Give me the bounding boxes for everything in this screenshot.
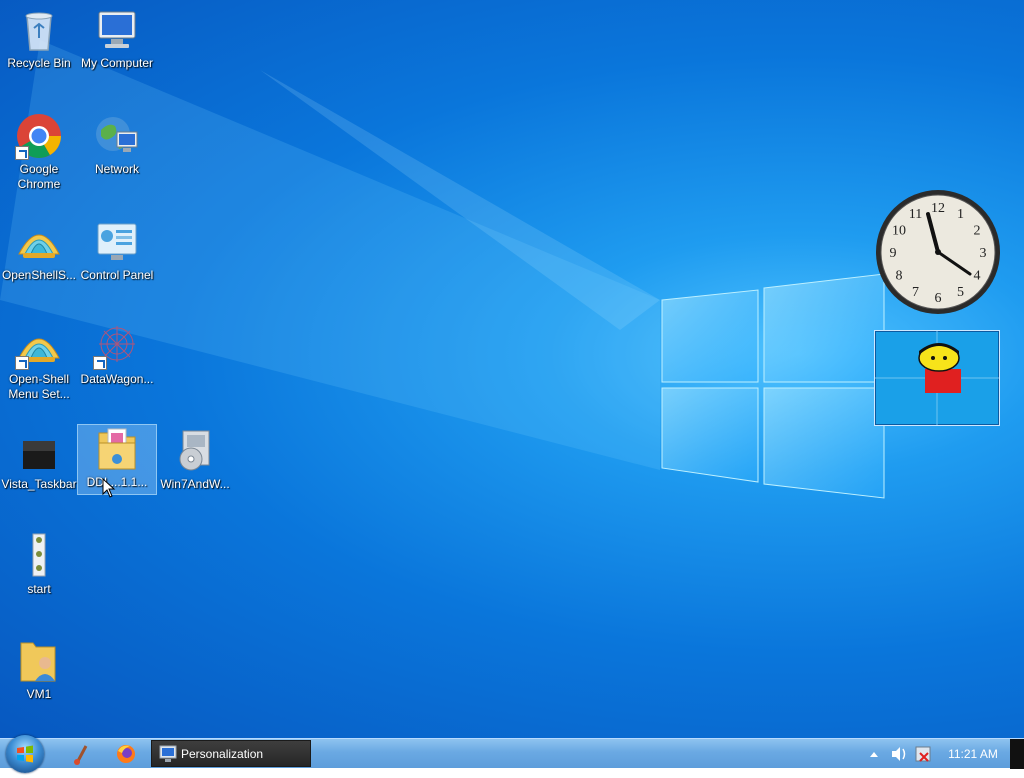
firefox-icon bbox=[117, 745, 135, 763]
clock-numeral: 9 bbox=[890, 246, 897, 261]
computer-icon bbox=[93, 6, 141, 54]
clock-numeral: 11 bbox=[909, 207, 922, 222]
recycle-bin-icon bbox=[15, 6, 63, 54]
desktop-icon-label: Network bbox=[94, 162, 139, 176]
desktop-icon-label: OpenShellS... bbox=[1, 268, 77, 282]
windows-flag-icon bbox=[17, 745, 33, 763]
personalization-monitor-icon bbox=[159, 745, 177, 762]
volume-icon bbox=[892, 747, 906, 761]
clock-numeral: 8 bbox=[896, 269, 903, 284]
picture-gadget[interactable] bbox=[874, 330, 1000, 426]
vista-taskbar-icon bbox=[15, 427, 63, 475]
taskbar-pinned-firefox[interactable] bbox=[112, 741, 140, 767]
mouse-cursor-icon bbox=[102, 478, 116, 498]
desktop-icon-my-computer[interactable]: My Computer bbox=[78, 6, 156, 71]
desktop-icon-label: Win7AndW... bbox=[160, 477, 230, 491]
desktop[interactable]: Recycle Bin My Computer Google Chrome Ne… bbox=[0, 0, 1024, 738]
desktop-icon-label: My Computer bbox=[80, 56, 154, 70]
desktop-icon-google-chrome[interactable]: Google Chrome bbox=[0, 112, 78, 192]
desktop-icon-recycle-bin[interactable]: Recycle Bin bbox=[0, 6, 78, 71]
system-tray bbox=[870, 746, 931, 762]
clock-numeral: 12 bbox=[931, 201, 945, 216]
desktop-icon-openshell-setup[interactable]: OpenShellS... bbox=[0, 218, 78, 283]
clock-numeral: 2 bbox=[974, 224, 981, 239]
windows-logo-wallpaper bbox=[661, 273, 885, 499]
network-disconnected-icon bbox=[915, 746, 931, 762]
clock-numeral: 4 bbox=[974, 269, 981, 284]
desktop-icon-datawagon[interactable]: DataWagon... bbox=[78, 322, 156, 387]
chrome-icon bbox=[15, 112, 63, 160]
installer-icon bbox=[171, 427, 219, 475]
desktop-icon-label: Vista_Taskbar bbox=[1, 477, 77, 491]
shortcut-arrow-icon bbox=[15, 356, 29, 370]
taskbar-clock[interactable]: 11:21 AM bbox=[940, 747, 1006, 761]
desktop-icon-vm1[interactable]: VM1 bbox=[0, 637, 78, 702]
user-folder-icon bbox=[15, 637, 63, 685]
clock-numeral: 10 bbox=[892, 224, 906, 239]
paint-brush-icon bbox=[74, 745, 88, 765]
show-hidden-icons-icon bbox=[870, 752, 878, 757]
cartoon-character-picture bbox=[875, 331, 999, 425]
start-script-icon bbox=[15, 532, 63, 580]
shortcut-arrow-icon bbox=[93, 356, 107, 370]
desktop-icon-ddl-folder[interactable]: DDL...1.1... bbox=[77, 424, 157, 495]
control-panel-icon bbox=[93, 218, 141, 266]
desktop-icon-label: DDL...1.1... bbox=[86, 475, 148, 489]
start-button[interactable] bbox=[6, 735, 44, 773]
desktop-icon-label: Google Chrome bbox=[17, 162, 61, 191]
desktop-icon-label: DataWagon... bbox=[80, 372, 154, 386]
desktop-icon-start[interactable]: start bbox=[0, 532, 78, 597]
taskbar-pinned-paint[interactable] bbox=[68, 741, 96, 767]
network-globe-icon bbox=[93, 112, 141, 160]
desktop-icon-label: VM1 bbox=[26, 687, 52, 701]
clock-gadget[interactable]: 12 12 3 456 78 9 1011 bbox=[874, 188, 1002, 316]
datawagon-icon bbox=[93, 322, 141, 370]
clock-numeral: 5 bbox=[957, 285, 964, 300]
taskbar: Personalization 11:21 AM bbox=[0, 735, 1024, 773]
show-desktop-button[interactable] bbox=[1010, 739, 1024, 769]
shortcut-arrow-icon bbox=[15, 146, 29, 160]
desktop-icon-label: start bbox=[27, 582, 51, 596]
desktop-icon-label: Recycle Bin bbox=[7, 56, 71, 70]
desktop-icon-control-panel[interactable]: Control Panel bbox=[78, 218, 156, 283]
clock-numeral: 3 bbox=[980, 246, 987, 261]
desktop-icon-vista-taskbar[interactable]: Vista_Taskbar bbox=[0, 427, 78, 492]
desktop-icon-label: Open-Shell Menu Set... bbox=[8, 372, 70, 401]
desktop-icon-open-shell-menu-settings[interactable]: Open-Shell Menu Set... bbox=[0, 322, 78, 402]
clock-numeral: 7 bbox=[912, 285, 919, 300]
open-shell-icon bbox=[15, 218, 63, 266]
clock-numeral: 6 bbox=[935, 291, 942, 306]
desktop-icon-win7andw[interactable]: Win7AndW... bbox=[156, 427, 234, 492]
desktop-icon-label: Control Panel bbox=[80, 268, 154, 282]
open-shell-menu-icon bbox=[15, 322, 63, 370]
taskbar-button-label: Personalization bbox=[181, 747, 264, 761]
clock-numeral: 1 bbox=[957, 207, 964, 222]
taskbar-button-personalization[interactable]: Personalization bbox=[151, 740, 311, 767]
desktop-icon-network[interactable]: Network bbox=[78, 112, 156, 177]
folder-icon bbox=[93, 425, 141, 473]
